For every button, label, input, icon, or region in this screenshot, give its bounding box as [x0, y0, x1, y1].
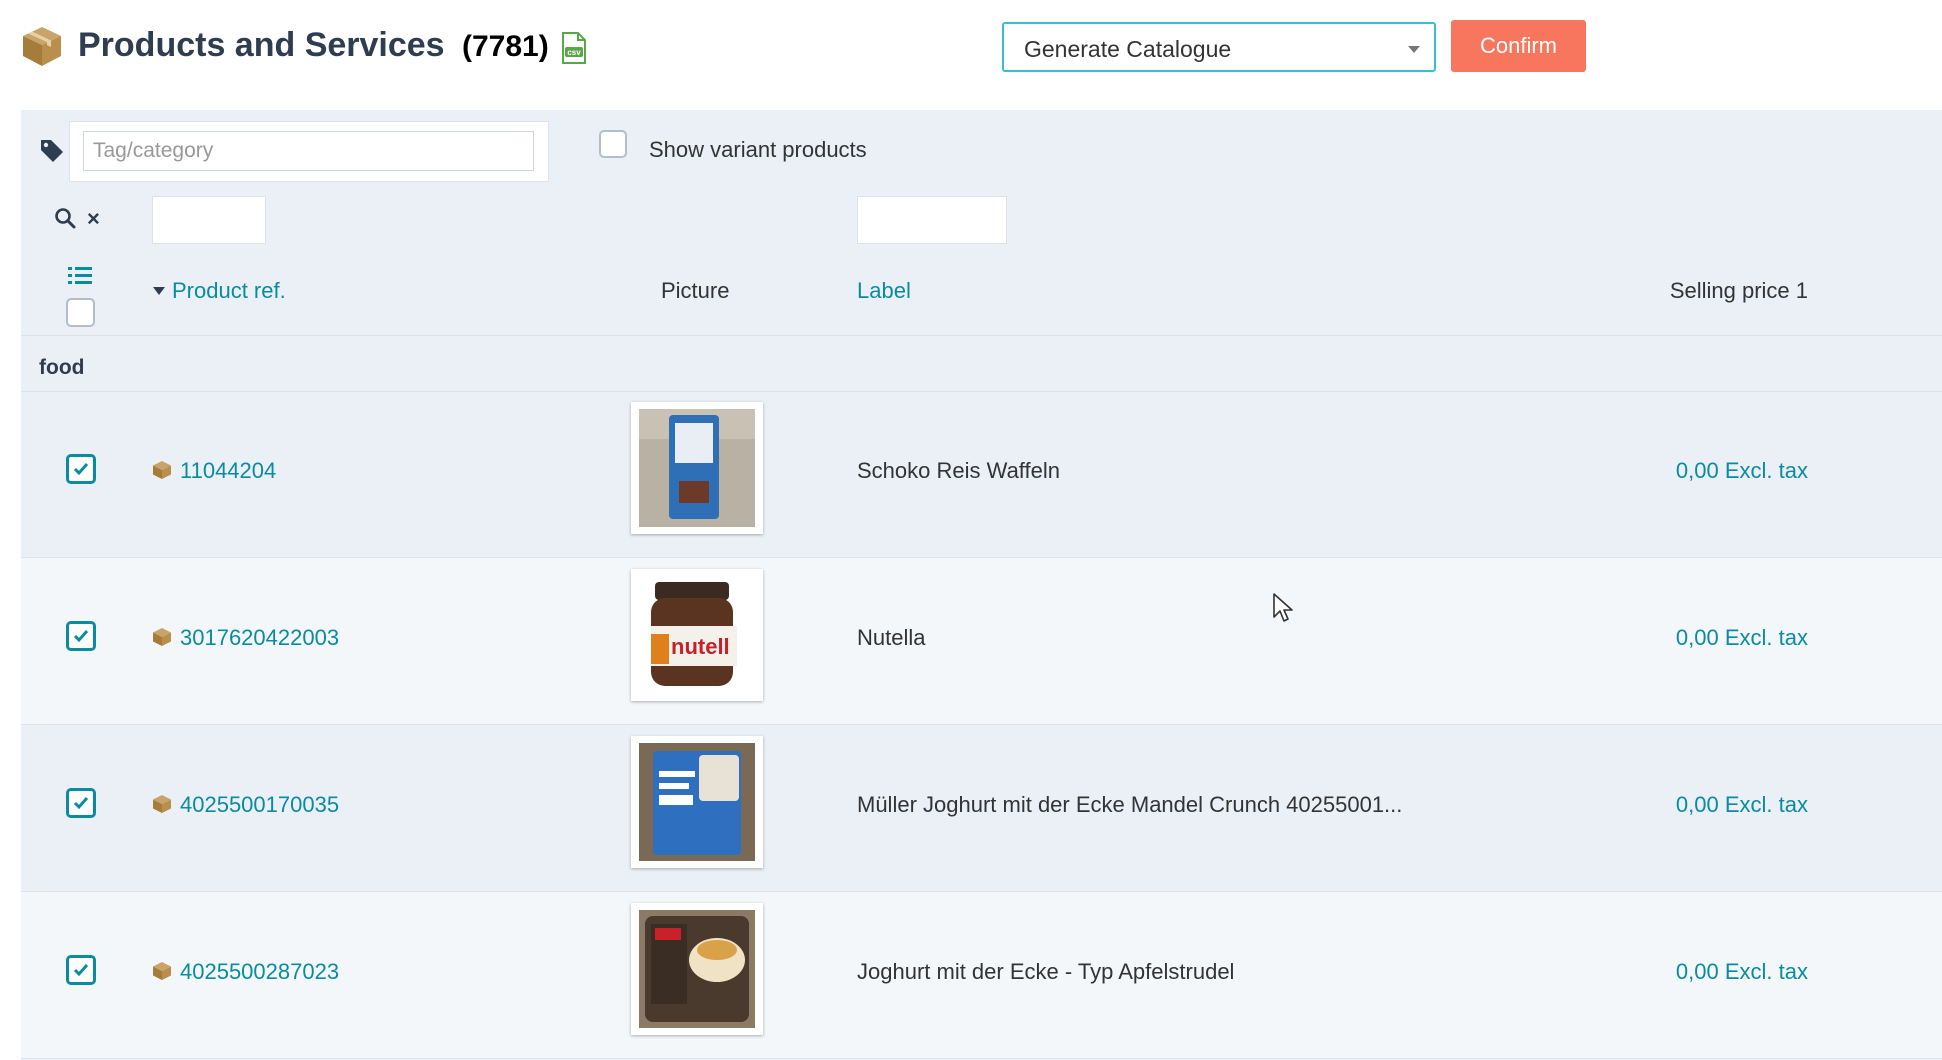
- table-row: 4025500287023 Joghurt mit der Ecke - Typ…: [21, 892, 1942, 1059]
- product-ref-filter-input[interactable]: [152, 196, 266, 244]
- product-icon: [153, 461, 171, 479]
- product-thumbnail[interactable]: nutell: [631, 569, 763, 701]
- check-icon: [73, 797, 89, 810]
- tag-icon: [41, 140, 63, 162]
- list-icon[interactable]: [68, 266, 92, 286]
- box-icon: [23, 27, 61, 66]
- row-checkbox[interactable]: [66, 454, 96, 484]
- product-image: [639, 743, 755, 861]
- product-thumbnail[interactable]: [631, 736, 763, 868]
- product-icon: [153, 628, 171, 646]
- page-title: Products and Services: [78, 26, 445, 64]
- product-ref-link[interactable]: 4025500170035: [180, 792, 339, 818]
- show-variants-label: Show variant products: [649, 137, 867, 162]
- row-checkbox[interactable]: [66, 788, 96, 818]
- product-thumbnail[interactable]: [631, 402, 763, 534]
- product-thumbnail[interactable]: [631, 903, 763, 1035]
- search-icon[interactable]: [54, 207, 76, 229]
- product-label: Nutella: [857, 625, 926, 650]
- product-label: Schoko Reis Waffeln: [857, 458, 1060, 483]
- table-row: 3017620422003 nutell Nutella 0,00 Excl. …: [21, 558, 1942, 725]
- tag-category-input[interactable]: [83, 131, 534, 171]
- product-ref-link[interactable]: 3017620422003: [180, 625, 339, 651]
- chevron-down-icon: [1408, 46, 1420, 53]
- show-variants-checkbox[interactable]: [599, 130, 627, 158]
- clear-filter-icon[interactable]: ×: [87, 208, 100, 230]
- product-label: Joghurt mit der Ecke - Typ Apfelstrudel: [857, 959, 1235, 984]
- check-icon: [73, 463, 89, 476]
- row-checkbox[interactable]: [66, 621, 96, 651]
- column-header-selling-price: Selling price 1: [1669, 278, 1808, 303]
- product-image: [639, 910, 755, 1028]
- product-price: 0,00 Excl. tax: [1675, 792, 1808, 817]
- mass-action-value: Generate Catalogue: [1024, 36, 1232, 62]
- svg-text:nutell: nutell: [671, 634, 730, 659]
- sort-desc-icon: [153, 287, 165, 295]
- product-label: Müller Joghurt mit der Ecke Mandel Crunc…: [857, 792, 1403, 817]
- mass-action-select[interactable]: Generate Catalogue: [1002, 22, 1436, 72]
- check-icon: [73, 630, 89, 643]
- product-ref-link[interactable]: 4025500287023: [180, 959, 339, 985]
- label-filter-input[interactable]: [857, 196, 1007, 244]
- column-header-product-ref[interactable]: Product ref.: [172, 278, 286, 304]
- product-icon: [153, 795, 171, 813]
- select-all-checkbox[interactable]: [66, 298, 95, 327]
- product-price: 0,00 Excl. tax: [1675, 625, 1808, 650]
- record-count: (7781): [462, 30, 549, 63]
- product-list-panel: Show variant products × Product ref. Pic…: [21, 110, 1942, 1060]
- column-header-label[interactable]: Label: [857, 278, 911, 304]
- product-image: nutell: [639, 576, 755, 694]
- group-header: food: [21, 335, 1942, 392]
- product-image: [639, 409, 755, 527]
- product-price: 0,00 Excl. tax: [1675, 458, 1808, 483]
- product-ref-link[interactable]: 11044204: [180, 458, 276, 484]
- mouse-cursor-icon: [1273, 593, 1293, 622]
- check-icon: [73, 964, 89, 977]
- product-icon: [153, 962, 171, 980]
- page-header: Products and Services (7781) csv Generat…: [0, 0, 1942, 100]
- column-header-picture: Picture: [661, 278, 730, 303]
- row-checkbox[interactable]: [66, 955, 96, 985]
- product-price: 0,00 Excl. tax: [1675, 959, 1808, 984]
- confirm-button[interactable]: Confirm: [1451, 20, 1586, 72]
- csv-export-icon[interactable]: csv: [560, 32, 588, 64]
- group-label: food: [39, 356, 85, 379]
- tag-filter: [69, 121, 549, 182]
- table-row: 11044204 Schoko Reis Waffeln 0,00 Excl. …: [21, 391, 1942, 558]
- table-row: 4025500170035 Müller Joghurt mit der Eck…: [21, 725, 1942, 892]
- svg-text:csv: csv: [567, 48, 581, 57]
